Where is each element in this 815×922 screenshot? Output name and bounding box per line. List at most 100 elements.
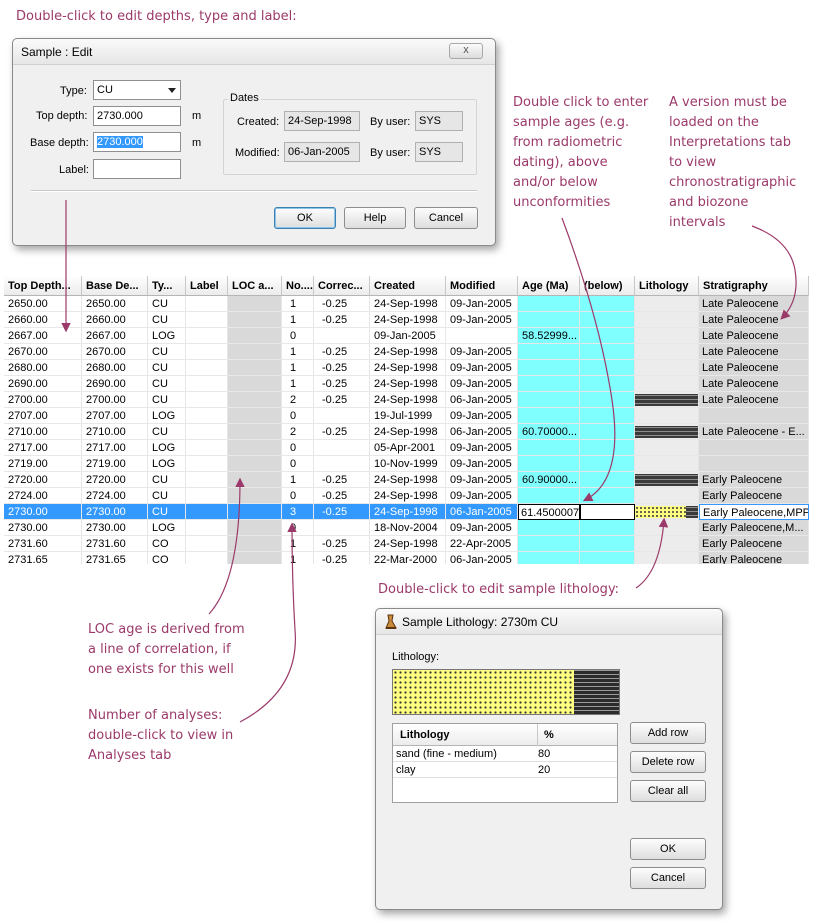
cell-modified[interactable]: 06-Jan-2005 xyxy=(446,392,518,408)
cell-strat[interactable] xyxy=(699,440,809,456)
cell-corr[interactable]: -0.25 xyxy=(314,344,370,360)
column-header[interactable]: Label xyxy=(186,276,228,296)
cell-top[interactable]: 2710.00 xyxy=(4,424,82,440)
cell-type[interactable]: CU xyxy=(148,344,186,360)
cell-lith[interactable] xyxy=(635,456,699,472)
column-header[interactable]: Age (Ma) xyxy=(518,276,580,296)
cell-top[interactable]: 2650.00 xyxy=(4,296,82,312)
cell-top[interactable]: 2667.00 xyxy=(4,328,82,344)
cell-modified[interactable]: 06-Jan-2005 xyxy=(446,552,518,564)
cell-base[interactable]: 2690.00 xyxy=(82,376,148,392)
table-row[interactable]: 2730.00 2730.00 LOG 0 18-Nov-2004 09-Jan-2005… xyxy=(4,520,809,536)
cell-below[interactable] xyxy=(580,440,635,456)
cell-created[interactable]: 24-Sep-1998 xyxy=(370,376,446,392)
cell-loc[interactable] xyxy=(228,424,282,440)
cell-strat[interactable]: Late Paleocene xyxy=(699,312,809,328)
cell-strat[interactable]: Late Paleocene xyxy=(699,360,809,376)
cell-strat[interactable] xyxy=(699,408,809,424)
cell-modified[interactable]: 09-Jan-2005 xyxy=(446,488,518,504)
cell-base[interactable]: 2650.00 xyxy=(82,296,148,312)
cell-base[interactable]: 2724.00 xyxy=(82,488,148,504)
cell-strat[interactable]: Late Paleocene xyxy=(699,328,809,344)
cell-strat[interactable]: Late Paleocene xyxy=(699,296,809,312)
cell-lith[interactable] xyxy=(635,520,699,536)
cell-below[interactable] xyxy=(580,408,635,424)
label-field[interactable] xyxy=(93,159,181,179)
cell-base[interactable]: 2720.00 xyxy=(82,472,148,488)
cell-no[interactable]: 2 xyxy=(282,424,314,440)
cell-created[interactable]: 05-Apr-2001 xyxy=(370,440,446,456)
cell-lith[interactable] xyxy=(635,504,699,520)
cell-age[interactable]: 58.52999... xyxy=(518,328,580,344)
cell-top[interactable]: 2724.00 xyxy=(4,488,82,504)
table-row[interactable]: 2667.00 2667.00 LOG 0 09-Jan-2005 58.52999...… xyxy=(4,328,809,344)
cell-lith[interactable] xyxy=(635,344,699,360)
cell-type[interactable]: CO xyxy=(148,536,186,552)
cell-no[interactable]: 1 xyxy=(282,312,314,328)
add-row-button[interactable]: Add row xyxy=(630,722,706,744)
cell-below[interactable] xyxy=(580,392,635,408)
cell-strat[interactable]: Early Paleocene xyxy=(699,472,809,488)
cell-created[interactable]: 24-Sep-1998 xyxy=(370,536,446,552)
cell-top[interactable]: 2719.00 xyxy=(4,456,82,472)
table-row[interactable]: 2650.00 2650.00 CU 1 -0.25 24-Sep-1998 09-Jan-… xyxy=(4,296,809,312)
cell-top[interactable]: 2700.00 xyxy=(4,392,82,408)
cell-modified[interactable]: 09-Jan-2005 xyxy=(446,472,518,488)
cell-modified[interactable]: 09-Jan-2005 xyxy=(446,408,518,424)
cell-below[interactable] xyxy=(580,520,635,536)
cell-corr[interactable] xyxy=(314,440,370,456)
cell-strat[interactable]: Early Paleocene,MPP2 xyxy=(699,504,809,520)
cell-no[interactable]: 0 xyxy=(282,488,314,504)
cell-lith[interactable] xyxy=(635,392,699,408)
cell-below[interactable] xyxy=(580,472,635,488)
cell-age[interactable] xyxy=(518,360,580,376)
cell-loc[interactable] xyxy=(228,552,282,564)
lithology-cancel-button[interactable]: Cancel xyxy=(630,867,706,889)
cell-base[interactable]: 2731.65 xyxy=(82,552,148,564)
cell-corr[interactable]: -0.25 xyxy=(314,360,370,376)
cell-created[interactable]: 24-Sep-1998 xyxy=(370,504,446,520)
cell-label[interactable] xyxy=(186,376,228,392)
cell-corr[interactable] xyxy=(314,328,370,344)
lithology-ok-button[interactable]: OK xyxy=(630,838,706,860)
cell-created[interactable]: 24-Sep-1998 xyxy=(370,392,446,408)
cell-modified[interactable]: 06-Jan-2005 xyxy=(446,424,518,440)
cell-label[interactable] xyxy=(186,360,228,376)
cell-age[interactable] xyxy=(518,312,580,328)
cell-top[interactable]: 2680.00 xyxy=(4,360,82,376)
cell-label[interactable] xyxy=(186,536,228,552)
cell-no[interactable]: 2 xyxy=(282,392,314,408)
cell-type[interactable]: CU xyxy=(148,312,186,328)
cell-strat[interactable]: Early Paleocene xyxy=(699,536,809,552)
cell-age[interactable] xyxy=(518,456,580,472)
cell-type[interactable]: CU xyxy=(148,488,186,504)
cell-modified[interactable]: 09-Jan-2005 xyxy=(446,296,518,312)
cell-age[interactable] xyxy=(518,440,580,456)
cell-label[interactable] xyxy=(186,504,228,520)
base-depth-field[interactable]: 2730.000 xyxy=(93,132,181,152)
cell-modified[interactable]: 09-Jan-2005 xyxy=(446,440,518,456)
cell-created[interactable]: 24-Sep-1998 xyxy=(370,344,446,360)
cell-label[interactable] xyxy=(186,328,228,344)
cell-no[interactable]: 1 xyxy=(282,344,314,360)
cell-lith[interactable] xyxy=(635,440,699,456)
clear-all-button[interactable]: Clear all xyxy=(630,780,706,802)
cell-top[interactable]: 2670.00 xyxy=(4,344,82,360)
cell-corr[interactable] xyxy=(314,456,370,472)
cell-base[interactable]: 2670.00 xyxy=(82,344,148,360)
table-row[interactable]: 2730.00 2730.00 CU 3 -0.25 24-Sep-1998 06-Jan-… xyxy=(4,504,809,520)
cell-age[interactable] xyxy=(518,520,580,536)
cell-age[interactable] xyxy=(518,392,580,408)
cell-loc[interactable] xyxy=(228,392,282,408)
cell-loc[interactable] xyxy=(228,296,282,312)
cell-loc[interactable] xyxy=(228,312,282,328)
cell-below[interactable] xyxy=(580,344,635,360)
cell-loc[interactable] xyxy=(228,536,282,552)
cell-label[interactable] xyxy=(186,456,228,472)
cell-below[interactable] xyxy=(580,360,635,376)
cell-top[interactable]: 2731.65 xyxy=(4,552,82,564)
cell-label[interactable] xyxy=(186,392,228,408)
cell-loc[interactable] xyxy=(228,472,282,488)
column-header[interactable]: Correc... xyxy=(314,276,370,296)
cell-base[interactable]: 2717.00 xyxy=(82,440,148,456)
